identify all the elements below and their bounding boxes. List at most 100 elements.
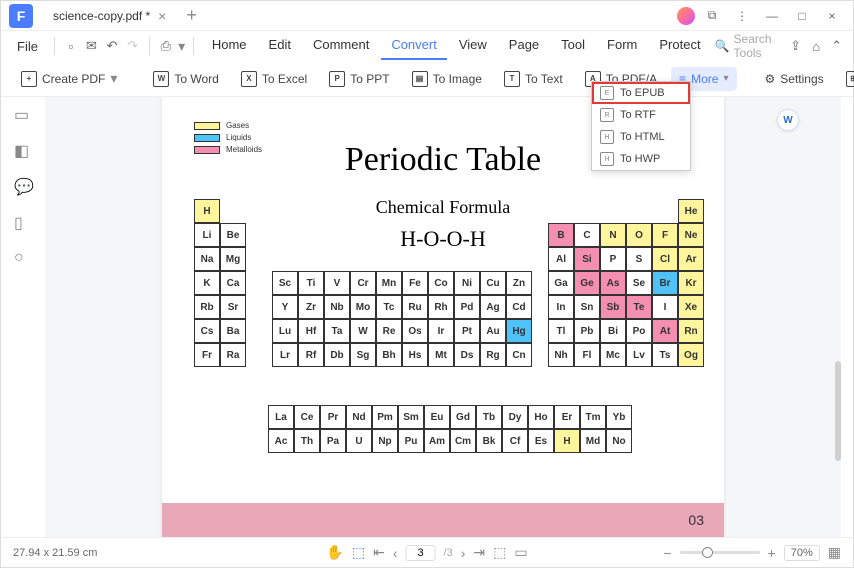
close-tab-icon[interactable]: × [158, 8, 166, 24]
element-Mo: Mo [350, 295, 376, 319]
search-tools[interactable]: 🔍 Search Tools [715, 32, 776, 60]
element-Eu: Eu [424, 405, 450, 429]
menubar: File ▫ ✉ ↶ ↷ ⎙ ▾ HomeEditCommentConvertV… [1, 31, 853, 61]
element-Ca: Ca [220, 271, 246, 295]
to-excel-button[interactable]: XTo Excel [233, 66, 315, 92]
print-icon[interactable]: ⎙ [158, 34, 175, 58]
first-page-icon[interactable]: ⇤ [373, 544, 385, 561]
element-Sb: Sb [600, 295, 626, 319]
element-Rn: Rn [678, 319, 704, 343]
select-tool-icon[interactable]: ⬚ [352, 544, 365, 561]
zoom-in-icon[interactable]: + [768, 545, 776, 561]
legend-gases-swatch [194, 122, 220, 130]
word-icon: W [153, 71, 169, 87]
element-Au: Au [480, 319, 506, 343]
element-Ga: Ga [548, 271, 574, 295]
menu-convert[interactable]: Convert [381, 33, 447, 60]
maximize-button[interactable]: □ [789, 3, 815, 29]
element-Cm: Cm [450, 429, 476, 453]
print-dropdown-icon[interactable]: ▾ [178, 38, 185, 55]
hand-tool-icon[interactable]: ✋ [326, 544, 343, 561]
share-icon[interactable]: ⇪ [787, 34, 804, 58]
element-Hf: Hf [298, 319, 324, 343]
menu-edit[interactable]: Edit [259, 33, 301, 60]
element-Kr: Kr [678, 271, 704, 295]
redo-icon[interactable]: ↷ [124, 34, 141, 58]
batch-convert-button[interactable]: ⊞Batch Conve› [838, 66, 854, 92]
mail-icon[interactable]: ✉ [83, 34, 100, 58]
fit-page-icon[interactable]: ⬚ [493, 544, 506, 561]
zoom-out-icon[interactable]: − [663, 545, 671, 561]
menu-comment[interactable]: Comment [303, 33, 379, 60]
element-Cu: Cu [480, 271, 506, 295]
element-At: At [652, 319, 678, 343]
next-page-icon[interactable]: › [461, 545, 466, 561]
element-Ac: Ac [268, 429, 294, 453]
menu-view[interactable]: View [449, 33, 497, 60]
ppt-icon: P [329, 71, 345, 87]
new-tab-button[interactable]: + [186, 5, 197, 26]
view-mode-icon[interactable]: ▦ [828, 544, 841, 561]
menu-home[interactable]: Home [202, 33, 257, 60]
kebab-menu-icon[interactable]: ⋮ [729, 3, 755, 29]
page-input[interactable] [406, 545, 436, 561]
search-panel-icon[interactable]: ○ [14, 249, 32, 267]
to-text-button[interactable]: TTo Text [496, 66, 571, 92]
undo-icon[interactable]: ↶ [104, 34, 121, 58]
element-Cd: Cd [506, 295, 532, 319]
element-Lr: Lr [272, 343, 298, 367]
menu-form[interactable]: Form [597, 33, 647, 60]
ai-icon[interactable] [677, 7, 695, 25]
element-Zr: Zr [298, 295, 324, 319]
last-page-icon[interactable]: ⇥ [473, 544, 485, 561]
menu-tool[interactable]: Tool [551, 33, 595, 60]
zoom-slider[interactable] [680, 551, 760, 554]
page-footer: 03 [162, 503, 724, 537]
to-image-button[interactable]: ▤To Image [404, 66, 490, 92]
word-export-badge[interactable]: W [777, 109, 799, 131]
to-rtf-item[interactable]: RTo RTF [592, 104, 690, 126]
create-pdf-button[interactable]: +Create PDF▾ [13, 65, 125, 92]
popout-icon[interactable]: ⧉ [699, 3, 725, 29]
zoom-slider-thumb[interactable] [702, 547, 713, 558]
minimize-button[interactable]: — [759, 3, 785, 29]
fit-width-icon[interactable]: ▭ [514, 544, 527, 561]
to-ppt-button[interactable]: PTo PPT [321, 66, 397, 92]
element-Xe: Xe [678, 295, 704, 319]
more-dropdown: ETo EPUB RTo RTF HTo HTML HTo HWP [591, 81, 691, 171]
element-La: La [268, 405, 294, 429]
to-html-item[interactable]: HTo HTML [592, 126, 690, 148]
element-Cn: Cn [506, 343, 532, 367]
document-tab[interactable]: science-copy.pdf * × [41, 2, 178, 30]
element-Hg: Hg [506, 319, 532, 343]
thumbnails-icon[interactable]: ▭ [14, 105, 32, 123]
element-Po: Po [626, 319, 652, 343]
menu-protect[interactable]: Protect [649, 33, 710, 60]
to-word-button[interactable]: WTo Word [145, 66, 226, 92]
to-hwp-item[interactable]: HTo HWP [592, 148, 690, 170]
element-Si: Si [574, 247, 600, 271]
batch-icon: ⊞ [846, 71, 854, 87]
gear-icon: ⚙ [765, 72, 776, 86]
element-Pa: Pa [320, 429, 346, 453]
document-canvas[interactable]: Gases Liquids Metalloids Periodic Table … [45, 97, 841, 537]
vertical-scrollbar-thumb[interactable] [835, 361, 841, 461]
save-icon[interactable]: ▫ [63, 34, 80, 58]
cloud-icon[interactable]: ⌂ [808, 34, 825, 58]
prev-page-icon[interactable]: ‹ [393, 545, 398, 561]
bookmarks-icon[interactable]: ◧ [14, 141, 32, 159]
element-Tm: Tm [580, 405, 606, 429]
menu-page[interactable]: Page [499, 33, 549, 60]
element-Ag: Ag [480, 295, 506, 319]
file-menu[interactable]: File [9, 39, 46, 54]
close-window-button[interactable]: × [819, 3, 845, 29]
to-epub-item[interactable]: ETo EPUB [592, 82, 690, 104]
element-Am: Am [424, 429, 450, 453]
comments-icon[interactable]: 💬 [14, 177, 32, 195]
collapse-icon[interactable]: ⌃ [828, 34, 845, 58]
zoom-level[interactable]: 70% [784, 545, 820, 561]
settings-button[interactable]: ⚙Settings [757, 67, 832, 91]
attachments-icon[interactable]: ▯ [14, 213, 32, 231]
element-Mc: Mc [600, 343, 626, 367]
element-Np: Np [372, 429, 398, 453]
